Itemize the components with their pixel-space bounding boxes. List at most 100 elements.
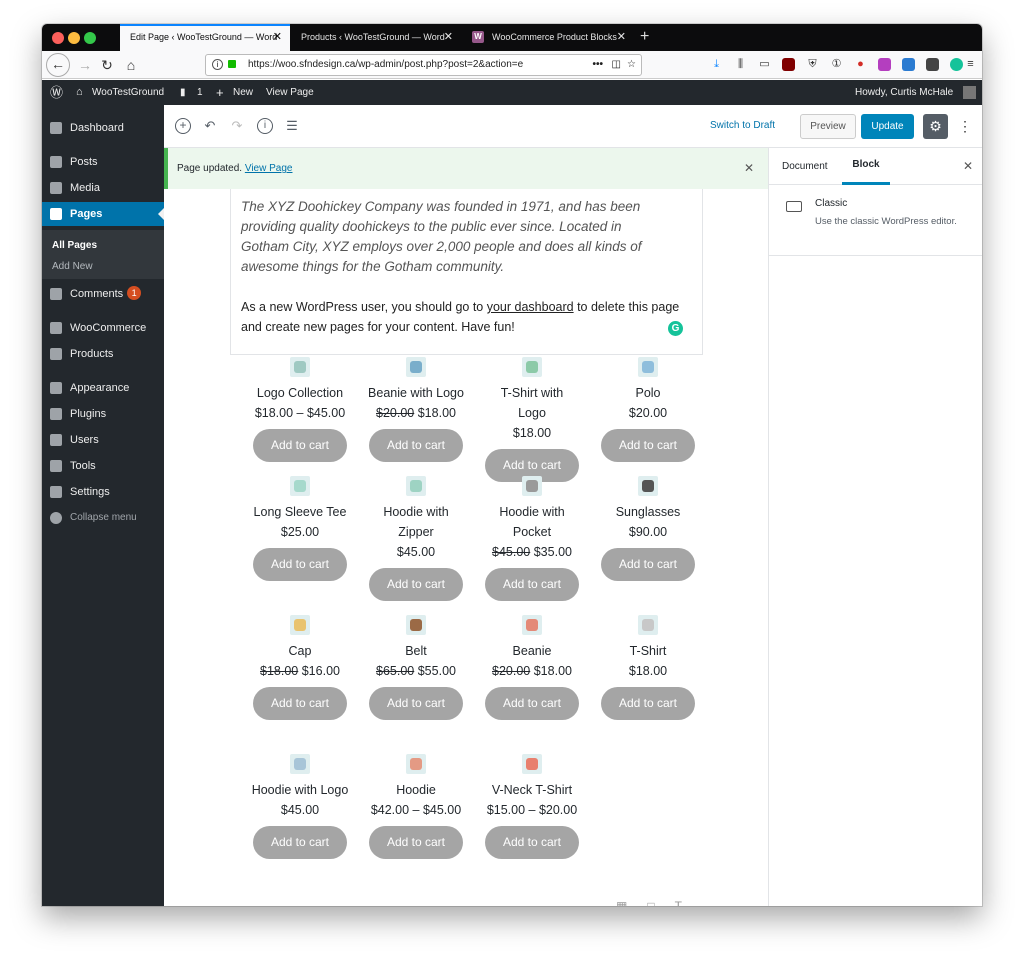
product-thumbnail[interactable] [406,615,426,635]
lastpass-icon[interactable]: ● [854,58,867,71]
add-to-cart-button[interactable]: Add to cart [485,568,579,601]
minimize-window-button[interactable] [68,32,80,44]
menu-item-posts[interactable]: Posts [42,150,164,174]
site-name-link[interactable]: WooTestGround [92,80,164,105]
comment-bubble-icon[interactable]: ▮ [180,80,186,105]
bookmark-star-icon[interactable]: ☆ [627,55,636,75]
product-name[interactable]: Logo Collection [242,383,358,403]
switch-to-draft-button[interactable]: Switch to Draft [710,120,775,131]
add-to-cart-button[interactable]: Add to cart [253,429,347,462]
back-arrow-icon[interactable]: ← [46,53,70,77]
product-name[interactable]: Polo [590,383,706,403]
howdy-account-link[interactable]: Howdy, Curtis McHale [855,80,953,105]
square-icon[interactable]: □ [647,899,674,906]
product-thumbnail[interactable] [522,476,542,496]
page-actions-icon[interactable]: ••• [592,55,603,75]
extension-icon[interactable] [926,58,939,71]
settings-gear-icon[interactable]: ⚙ [923,114,948,139]
submenu-add-new[interactable]: Add New [52,260,93,274]
shield-icon[interactable]: ⛨ [806,58,819,71]
dismiss-notice-close-icon[interactable]: ✕ [744,148,754,189]
menu-item-plugins[interactable]: Plugins [42,402,164,426]
product-thumbnail[interactable] [290,754,310,774]
add-to-cart-button[interactable]: Add to cart [253,548,347,581]
ublock-icon[interactable] [782,58,795,71]
url-text[interactable]: https://woo.sfndesign.ca/wp-admin/post.p… [248,59,523,70]
add-to-cart-button[interactable]: Add to cart [369,687,463,720]
browser-tab-edit-page[interactable]: Edit Page ‹ WooTestGround — Word ✕ [120,24,290,51]
grid-icon[interactable]: ▦ [616,899,647,906]
extension-icon[interactable] [902,58,915,71]
outline-list-icon[interactable]: ☰ [284,118,300,134]
product-name[interactable]: V-Neck T-Shirt [474,780,590,800]
product-thumbnail[interactable] [638,615,658,635]
new-tab-plus-icon[interactable]: + [640,24,649,49]
preview-button[interactable]: Preview [800,114,856,139]
product-thumbnail[interactable] [522,615,542,635]
add-to-cart-button[interactable]: Add to cart [369,568,463,601]
download-icon[interactable]: ⤓ [710,58,723,71]
add-to-cart-button[interactable]: Add to cart [369,826,463,859]
menu-item-woocommerce[interactable]: WooCommerce [42,316,164,340]
product-thumbnail[interactable] [406,476,426,496]
menu-item-pages[interactable]: Pages [42,202,164,226]
product-name[interactable]: Beanie [474,641,590,661]
tab-block[interactable]: Block [842,148,890,185]
product-name[interactable]: Belt [358,641,474,661]
product-name[interactable]: Sunglasses [590,502,706,522]
menu-item-dashboard[interactable]: Dashboard [42,116,164,140]
update-button[interactable]: Update [861,114,914,139]
submenu-all-pages[interactable]: All Pages [52,239,97,253]
add-to-cart-button[interactable]: Add to cart [485,687,579,720]
menu-item-settings[interactable]: Settings [42,480,164,504]
menu-item-comments[interactable]: Comments 1 [42,282,164,306]
add-to-cart-button[interactable]: Add to cart [253,687,347,720]
product-name[interactable]: Hoodie with Logo [242,780,358,800]
add-to-cart-button[interactable]: Add to cart [601,687,695,720]
menu-item-media[interactable]: Media [42,176,164,200]
product-thumbnail[interactable] [290,615,310,635]
close-icon[interactable]: ✕ [617,24,626,51]
product-thumbnail[interactable] [406,357,426,377]
product-name[interactable]: T-Shirt with Logo [492,383,572,423]
plus-icon[interactable]: + [216,80,224,105]
reload-icon[interactable]: ↻ [96,54,118,76]
home-icon[interactable]: ⌂ [76,80,83,105]
product-thumbnail[interactable] [406,754,426,774]
product-name[interactable]: T-Shirt [590,641,706,661]
add-to-cart-button[interactable]: Add to cart [601,548,695,581]
close-window-button[interactable] [52,32,64,44]
grammarly-icon[interactable] [950,58,963,71]
product-thumbnail[interactable] [638,357,658,377]
product-name[interactable]: Beanie with Logo [358,383,474,403]
forward-arrow-icon[interactable]: → [74,54,96,76]
wordpress-logo-icon[interactable]: Ⓦ [50,80,63,105]
home-icon[interactable]: ⌂ [120,54,142,76]
product-name[interactable]: Hoodie with Zipper [376,502,456,542]
collapse-menu-button[interactable]: Collapse menu [42,506,164,530]
product-thumbnail[interactable] [522,357,542,377]
grammarly-icon[interactable]: G [668,321,683,336]
classic-block-content[interactable]: The XYZ Doohickey Company was founded in… [241,197,691,337]
hamburger-menu-icon[interactable]: ≡ [964,58,977,71]
product-name[interactable]: Hoodie [358,780,474,800]
tab-document[interactable]: Document [782,148,828,185]
product-name[interactable]: Long Sleeve Tee [242,502,358,522]
menu-item-appearance[interactable]: Appearance [42,376,164,400]
text-icon[interactable]: T [675,899,702,906]
maximize-window-button[interactable] [84,32,96,44]
close-icon[interactable]: ✕ [444,24,453,51]
add-block-plus-icon[interactable]: + [175,118,191,134]
library-icon[interactable]: ⫼ [734,58,747,71]
sidebar-icon[interactable]: ▭ [758,58,771,71]
view-page-link[interactable]: View Page [245,163,293,174]
dashboard-link[interactable]: your dashboard [487,300,574,314]
pocket-icon[interactable]: ◫ [612,55,621,75]
redo-icon[interactable]: ↷ [229,118,245,134]
add-to-cart-button[interactable]: Add to cart [485,826,579,859]
add-to-cart-button[interactable]: Add to cart [369,429,463,462]
product-name[interactable]: Hoodie with Pocket [492,502,572,542]
menu-item-tools[interactable]: Tools [42,454,164,478]
info-icon[interactable]: i [257,118,273,134]
add-to-cart-button[interactable]: Add to cart [601,429,695,462]
